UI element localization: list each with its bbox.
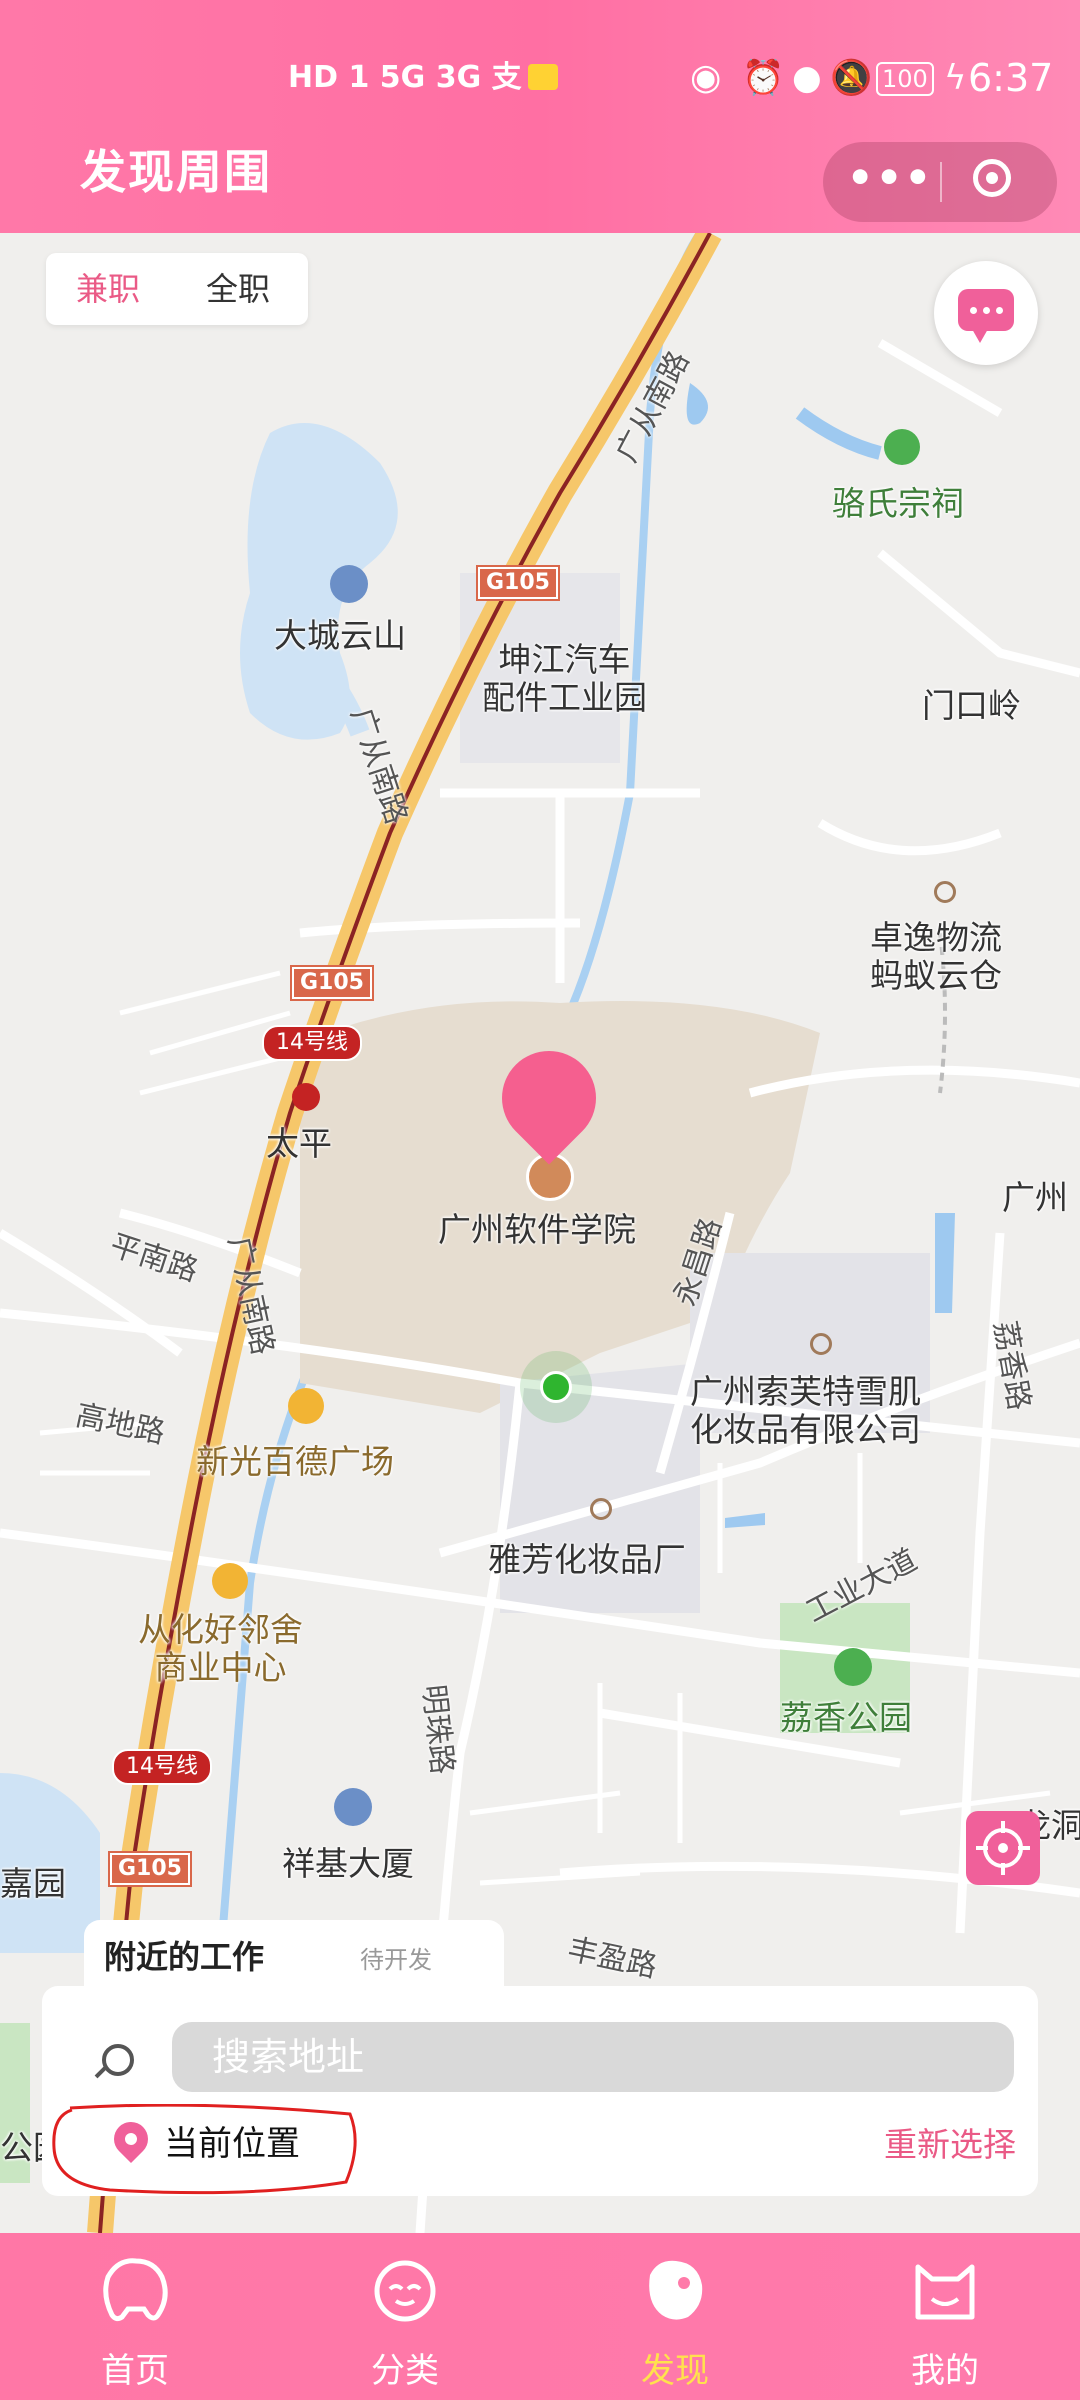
app-header: HD 1 5G 3G 支 ◉ ⏰ ● 🔕 100 ϟ 6:37 发现周围 ••• <box>0 0 1080 233</box>
poi-dot-icon <box>590 1498 612 1520</box>
job-type-tabs: 兼职 全职 <box>46 253 308 325</box>
status-bar: HD 1 5G 3G 支 ◉ ⏰ ● 🔕 100 ϟ 6:37 <box>0 0 1080 150</box>
poi-label: 广州 <box>1002 1178 1068 1217</box>
tab-part-time[interactable]: 兼职 <box>76 269 140 309</box>
tab-profile[interactable]: 我的 <box>810 2233 1080 2400</box>
crosshair-icon <box>976 1821 1030 1875</box>
highway-shield: G105 <box>108 1851 192 1887</box>
tab-label: 分类 <box>371 2351 439 2391</box>
poi-label: 新光百德广场 <box>196 1442 394 1481</box>
battery-icon: 100 <box>876 62 934 96</box>
eye-icon: ◉ <box>690 57 722 98</box>
poi-label: 雅芳化妆品厂 <box>488 1540 686 1579</box>
alarm-icon: ⏰ <box>742 58 785 98</box>
building-icon <box>334 1788 372 1826</box>
clock-time: 6:37 <box>968 56 1054 100</box>
mall-icon <box>212 1563 248 1599</box>
road-label: 明珠路 <box>415 1682 460 1776</box>
mute-bell-icon: 🔕 <box>830 58 873 98</box>
poi-dot-icon <box>810 1333 832 1355</box>
message-icon <box>528 64 558 90</box>
residential-icon <box>330 565 368 603</box>
poi-label: 荔香公园 <box>780 1698 912 1737</box>
nearby-jobs-tab[interactable]: 附近的工作 待开发 <box>84 1920 504 1990</box>
poi-label: 从化好邻舍 商业中心 <box>138 1610 303 1687</box>
poi-label: 门口岭 <box>922 686 1021 725</box>
tab-category[interactable]: 分类 <box>270 2233 540 2400</box>
park-icon <box>834 1648 872 1686</box>
more-menu-button[interactable]: ••• <box>845 142 935 222</box>
mall-icon <box>288 1388 324 1424</box>
charging-icon: ϟ <box>944 58 967 98</box>
red-annotation-circle <box>52 2104 357 2195</box>
poi-label: 广州索芙特雪肌 化妆品有限公司 <box>690 1372 921 1449</box>
nearby-jobs-title: 附近的工作 <box>104 1938 265 1976</box>
highway-shield: G105 <box>476 565 560 601</box>
poi-label: 祥基大厦 <box>282 1844 414 1883</box>
capsule-divider <box>940 162 942 202</box>
poi-dot-icon <box>934 881 956 903</box>
poi-label: 太平 <box>266 1124 332 1163</box>
poi-label: 坤江汽车 配件工业园 <box>482 640 647 717</box>
miniprogram-capsule: ••• <box>823 142 1057 222</box>
search-icon <box>102 2044 134 2076</box>
highway-shield: G105 <box>290 965 374 1001</box>
category-mascot-icon <box>374 2260 436 2322</box>
poi-label: 嘉园 <box>0 1864 66 1903</box>
poi-label: 大城云山 <box>274 616 406 655</box>
home-mascot-icon <box>103 2258 168 2322</box>
temple-icon <box>884 429 920 465</box>
tab-label: 首页 <box>101 2351 169 2391</box>
discover-mascot-icon <box>649 2260 703 2320</box>
metro-station-icon <box>292 1083 320 1111</box>
poi-label: 卓逸物流 蚂蚁云仓 <box>870 918 1002 995</box>
reselect-button[interactable]: 重新选择 <box>884 2118 1016 2166</box>
profile-cat-icon <box>915 2264 975 2320</box>
tab-label: 发现 <box>641 2351 709 2391</box>
location-icon: ● <box>792 58 822 98</box>
metro-line-badge: 14号线 <box>112 1749 212 1785</box>
tab-home[interactable]: 首页 <box>0 2233 270 2400</box>
signal-icons: HD 1 5G 3G 支 <box>288 60 522 95</box>
current-location-dot-icon <box>540 1371 572 1403</box>
pending-tag: 待开发 <box>360 1946 432 1974</box>
chat-bubble-icon <box>958 289 1014 343</box>
close-miniprogram-button[interactable] <box>973 159 1011 197</box>
bottom-tab-bar: 首页 分类 发现 我的 <box>0 2233 1080 2400</box>
poi-label: 广州软件学院 <box>438 1210 636 1249</box>
poi-label: 骆氏宗祠 <box>832 484 964 523</box>
metro-line-badge: 14号线 <box>262 1025 362 1061</box>
page-title: 发现周围 <box>80 145 272 199</box>
tab-full-time[interactable]: 全职 <box>206 269 270 309</box>
search-address-input[interactable] <box>172 2022 1014 2092</box>
tab-discover[interactable]: 发现 <box>540 2233 810 2400</box>
tab-label: 我的 <box>911 2351 979 2391</box>
chat-button[interactable] <box>934 261 1038 365</box>
locate-me-button[interactable] <box>966 1811 1040 1885</box>
